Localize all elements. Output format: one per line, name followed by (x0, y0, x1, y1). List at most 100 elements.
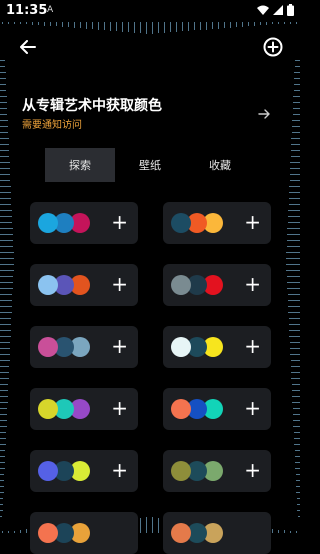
tick-mark (291, 390, 300, 391)
add-palette-plus-button[interactable]: + (244, 212, 261, 232)
tick-mark (0, 354, 10, 355)
tick-mark (140, 22, 141, 34)
tick-mark (0, 84, 7, 85)
tick-mark (0, 192, 11, 193)
palette-card[interactable]: + (163, 202, 271, 244)
tick-mark (260, 22, 261, 26)
add-palette-plus-button[interactable]: + (111, 274, 128, 294)
tick-mark (294, 66, 300, 67)
palette-card[interactable]: + (30, 388, 138, 430)
tick-mark (0, 312, 12, 313)
tick-mark (200, 22, 201, 30)
palette-card[interactable]: + (30, 264, 138, 306)
tick-mark (0, 258, 14, 259)
tick-mark (0, 504, 4, 505)
tick-mark (50, 22, 51, 26)
tick-mark (0, 438, 6, 439)
tick-mark (0, 228, 13, 229)
tick-mark (292, 402, 300, 403)
tick-mark (289, 186, 300, 187)
palette-card[interactable]: + (163, 264, 271, 306)
tick-mark (287, 222, 300, 223)
color-swatch (38, 461, 58, 481)
tick-mark (292, 120, 300, 121)
tick-mark (110, 22, 111, 31)
palette-card[interactable] (30, 512, 138, 554)
tick-mark (296, 498, 300, 499)
palette-card[interactable]: + (30, 326, 138, 368)
add-palette-plus-button[interactable]: + (111, 336, 128, 356)
tick-mark (224, 22, 225, 29)
notification-access-text[interactable]: 需要通知访问 (22, 116, 82, 131)
tick-mark (289, 180, 300, 181)
tick-mark (286, 270, 300, 271)
add-palette-button[interactable] (261, 35, 285, 59)
tick-mark (291, 132, 300, 133)
tick-mark (293, 84, 300, 85)
plus-circle-icon (263, 37, 283, 57)
tick-mark (0, 132, 9, 133)
tick-mark (0, 162, 10, 163)
tick-mark (290, 150, 300, 151)
tick-mark (293, 420, 300, 421)
color-swatch (171, 399, 191, 419)
tick-mark (206, 22, 207, 30)
tick-mark (0, 240, 14, 241)
tick-mark (0, 66, 6, 67)
tick-mark (248, 22, 249, 27)
arrow-right-icon (258, 109, 270, 119)
tick-mark (146, 22, 147, 34)
tick-mark (0, 360, 10, 361)
tick-mark (0, 432, 7, 433)
tick-mark (291, 372, 300, 373)
tick-mark (288, 198, 300, 199)
tick-mark (294, 438, 300, 439)
tick-mark (26, 529, 27, 533)
palette-card[interactable] (163, 512, 271, 554)
tick-mark (0, 402, 8, 403)
add-palette-plus-button[interactable]: + (244, 398, 261, 418)
add-palette-plus-button[interactable]: + (244, 460, 261, 480)
add-palette-plus-button[interactable]: + (111, 398, 128, 418)
tick-mark (0, 138, 9, 139)
back-button[interactable] (16, 35, 40, 59)
tick-mark (188, 22, 189, 31)
tick-mark (0, 270, 14, 271)
tick-mark (152, 517, 153, 533)
tick-mark (86, 22, 87, 29)
tick-mark (286, 282, 300, 283)
tick-mark (14, 22, 15, 24)
tick-mark (292, 414, 300, 415)
tick-mark (0, 144, 9, 145)
palette-card[interactable]: + (163, 450, 271, 492)
color-swatch (38, 399, 58, 419)
tick-mark (287, 288, 300, 289)
tick-mark (293, 432, 300, 433)
add-palette-plus-button[interactable]: + (111, 460, 128, 480)
add-palette-plus-button[interactable]: + (244, 336, 261, 356)
tick-mark (288, 204, 300, 205)
tab-explore[interactable]: 探索 (45, 148, 115, 182)
signal-icon (273, 5, 283, 15)
tab-wallpaper[interactable]: 壁纸 (115, 148, 185, 182)
add-palette-plus-button[interactable]: + (244, 274, 261, 294)
tick-mark (26, 22, 27, 25)
tick-mark (0, 180, 11, 181)
tick-mark (292, 396, 300, 397)
tick-mark (0, 444, 6, 445)
tick-mark (295, 462, 300, 463)
palette-card[interactable]: + (163, 326, 271, 368)
palette-card[interactable]: + (163, 388, 271, 430)
add-palette-plus-button[interactable]: + (111, 212, 128, 232)
tab-favorites[interactable]: 收藏 (185, 148, 255, 182)
tick-mark (288, 324, 300, 325)
palette-card[interactable]: + (30, 450, 138, 492)
open-settings-button[interactable] (258, 104, 270, 123)
tick-mark (0, 216, 13, 217)
tick-mark (44, 22, 45, 26)
tick-mark (289, 330, 300, 331)
palette-card[interactable]: + (30, 202, 138, 244)
tick-mark (0, 372, 9, 373)
tick-mark (0, 420, 7, 421)
album-color-title[interactable]: 从专辑艺术中获取颜色 (22, 95, 162, 115)
